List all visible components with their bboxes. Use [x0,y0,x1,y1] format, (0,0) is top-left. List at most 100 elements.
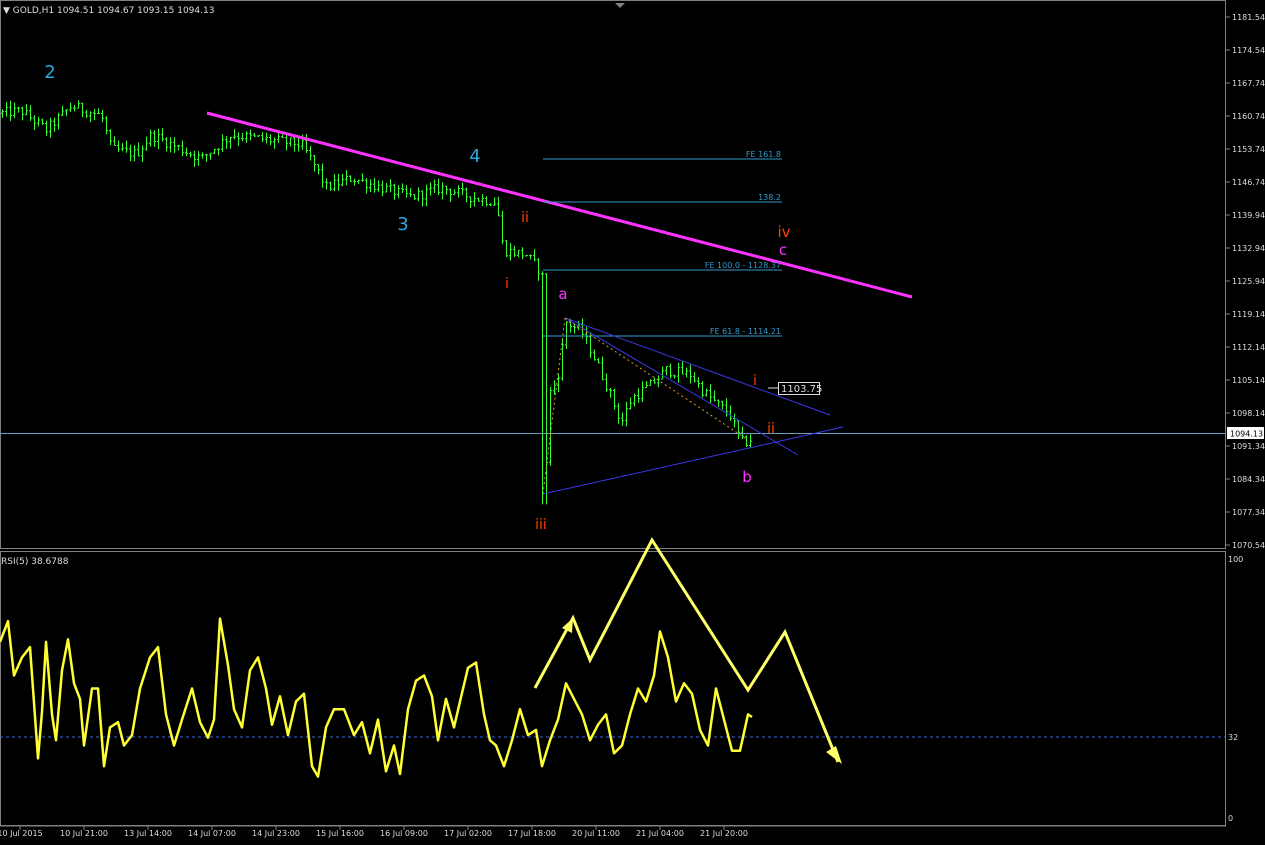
ohlc-bar [385,183,388,193]
ohlc-bar [185,147,188,157]
time-tick-label: 16 Jul 09:00 [380,829,428,838]
time-tick-label: 14 Jul 07:00 [188,829,236,838]
price-tick-label: 1146.74 [1232,178,1265,187]
chart-window[interactable]: ▼ GOLD,H1 1094.51 1094.67 1093.15 1094.1… [0,0,1265,845]
ohlc-bar [197,151,200,166]
wave-label-iv: iv [777,223,790,241]
time-tick-label: 21 Jul 04:00 [636,829,684,838]
rsi-pane-border [0,551,1226,826]
wave-label-ii: ii [521,210,529,226]
ohlc-bar [249,129,252,141]
ohlc-bar [25,104,28,116]
ohlc-bar [69,102,72,112]
ohlc-bar [393,183,396,200]
ohlc-bar [13,102,16,119]
ohlc-bar [609,387,612,398]
triangle-lower-line[interactable] [542,426,844,495]
ohlc-bar [521,247,524,260]
chart-canvas[interactable]: ▼ GOLD,H1 1094.51 1094.67 1093.15 1094.1… [0,0,1265,845]
price-tick-label: 1112.14 [1232,343,1265,352]
arrowhead-up-icon [562,618,573,633]
ohlc-bar [717,399,720,407]
ohlc-bar [313,155,316,172]
ohlc-bar [97,108,100,115]
ohlc-bar [261,132,264,142]
ohlc-bar [329,181,332,191]
ohlc-bar [441,182,444,200]
ohlc-bar [529,254,532,260]
ohlc-bar [285,134,288,151]
ohlc-bar [269,134,272,146]
ohlc-bar [533,249,536,262]
ohlc-bar [617,403,620,424]
ohlc-bar [405,185,408,198]
ohlc-bar [513,245,516,258]
time-tick-label: 13 Jul 14:00 [124,829,172,838]
ohlc-bar [277,131,280,143]
time-tick-label: 20 Jul 11:00 [572,829,620,838]
ohlc-bar [421,190,424,207]
ohlc-bar [413,194,416,200]
ohlc-bar [41,118,44,125]
forecast-path[interactable] [533,537,840,763]
ohlc-bar [245,131,248,143]
price-tick-label: 1070.54 [1232,541,1265,550]
ohlc-bar [425,184,428,207]
ohlc-bar [361,173,364,182]
ohlc-bar [593,349,596,361]
ohlc-bar [293,136,296,152]
ohlc-bar [53,117,56,132]
wave-label-sub-ii: ii [767,421,775,437]
ohlc-bar [429,182,432,196]
ohlc-bar [525,254,528,257]
ohlc-bar [653,377,656,384]
wave-label-b: b [742,468,752,486]
ohlc-bar [433,179,436,194]
current-price-label: 1094.13 [1230,430,1263,439]
price-tick-label: 1125.94 [1232,277,1265,286]
ohlc-bar [741,426,744,440]
ohlc-bar [645,380,648,389]
ohlc-bar [181,140,184,157]
ohlc-bar [273,137,276,149]
ohlc-bar [281,134,284,139]
ohlc-bar [497,196,500,217]
time-tick-label: 10 Jul 2015 [0,829,43,838]
ohlc-bar [737,420,740,440]
time-axis: 10 Jul 2015 10 Jul 21:00 13 Jul 14:00 14 Ju… [0,826,748,838]
ohlc-bar [141,145,144,162]
magenta-trendline[interactable] [206,111,913,299]
time-tick-label: 17 Jul 02:00 [444,829,492,838]
ohlc-bar [633,393,636,407]
ohlc-bar [265,132,268,144]
ohlc-bar [57,112,60,130]
ohlc-bar [33,115,36,131]
price-tick-label: 1160.74 [1232,112,1265,121]
ohlc-bar [237,132,240,146]
ohlc-bar [229,136,232,149]
wave-label-2: 2 [44,62,55,83]
ohlc-bar [509,243,512,261]
ohlc-bar [45,120,48,136]
price-tick-label: 1139.94 [1232,211,1265,220]
ohlc-bar [705,388,708,397]
ohlc-bar [73,104,76,112]
channel-line[interactable] [564,317,799,456]
ohlc-bar [37,116,40,127]
price-tick-label: 1181.54 [1232,13,1265,22]
ohlc-bar [205,153,208,162]
wave-label-3: 3 [397,214,408,235]
chart-shift-icon[interactable] [615,3,625,8]
time-tick-label: 21 Jul 20:00 [700,829,748,838]
ohlc-bar [113,136,116,146]
ohlc-bar [105,116,108,135]
ohlc-bar [389,179,392,193]
ohlc-bar [613,388,616,410]
ohlc-bar [341,173,344,187]
ohlc-bar [85,109,88,119]
ohlc-bar [125,140,128,153]
triangle-upper-line[interactable] [564,317,831,416]
ohlc-bar [481,193,484,207]
ohlc-bar [93,108,96,121]
ohlc-bar [117,140,120,153]
